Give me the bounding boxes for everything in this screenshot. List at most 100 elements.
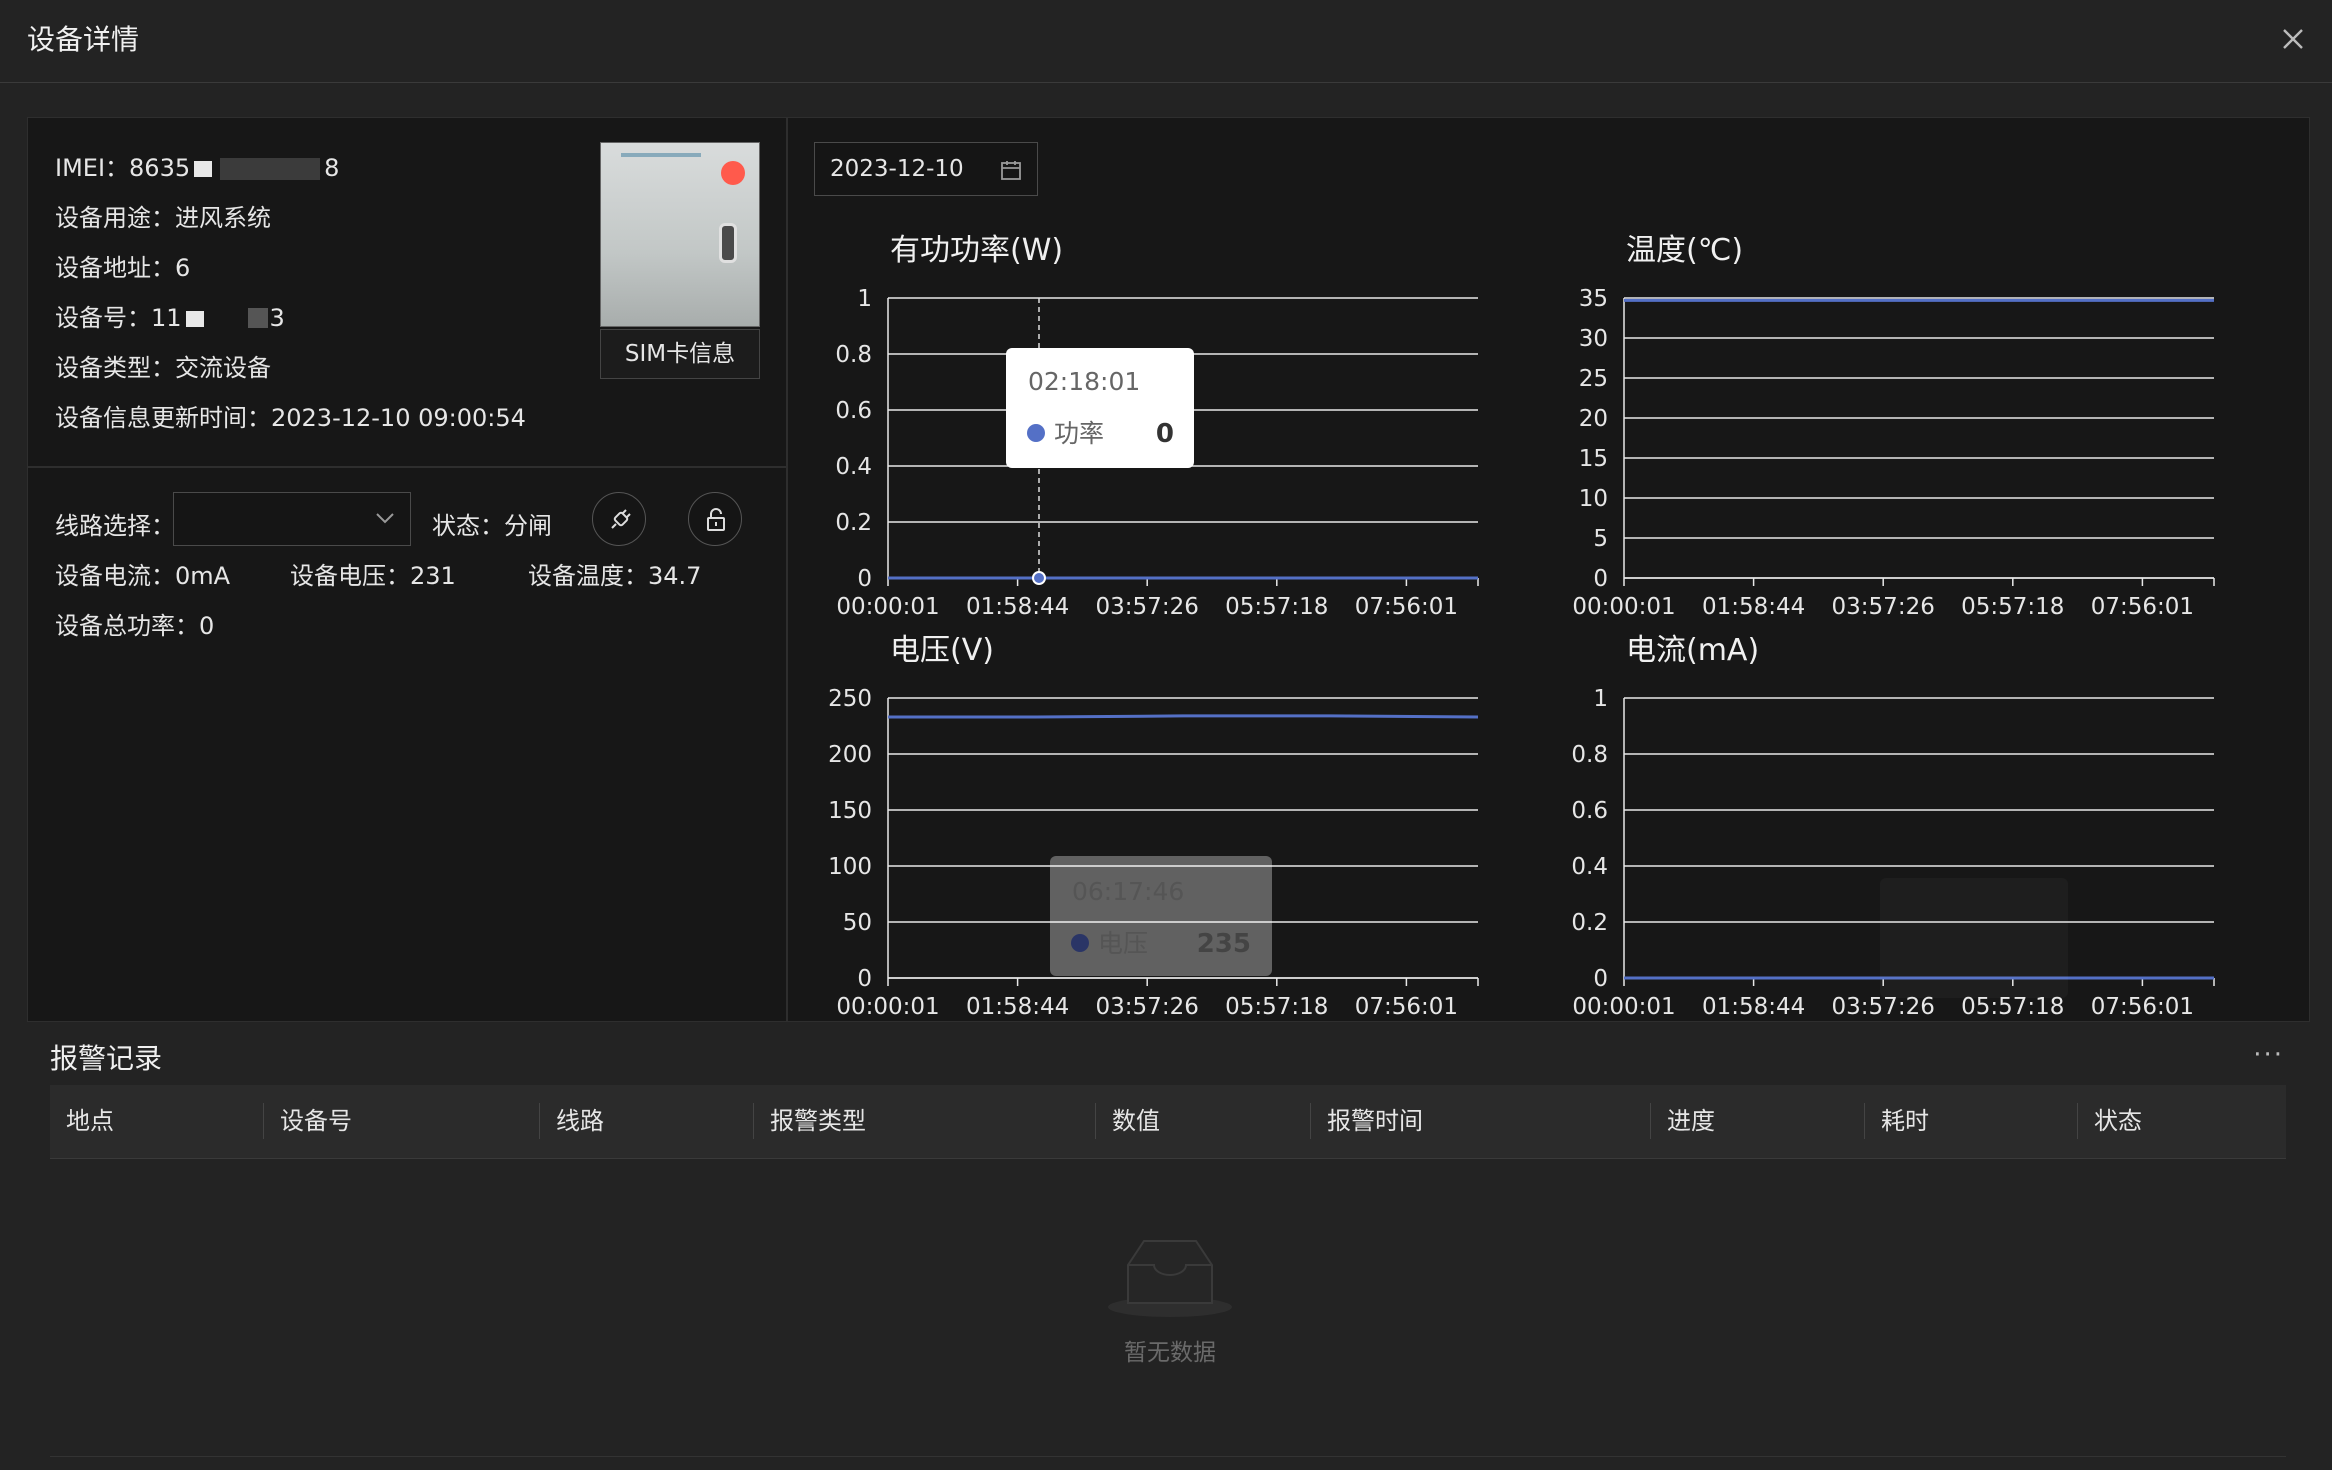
y-tick-label: 0.8 — [1571, 742, 1608, 768]
temperature-chart: 温度(℃)0510152025303500:00:01 01:58:44 03:57… — [1572, 233, 2215, 620]
device-updated-time: 设备信息更新时间：2023-12-10 09:00:54 — [55, 404, 526, 432]
imei-row: IMEI：8635 8 — [55, 148, 339, 183]
alarm-title: 报警记录 — [50, 1042, 163, 1075]
device-voltage: 设备电压：231 — [290, 562, 456, 590]
device-number-suffix: 3 — [269, 304, 285, 332]
x-tick-label: 05:57:18 — [1225, 994, 1328, 1020]
x-tick-label: 00:00:01 — [836, 994, 939, 1020]
y-tick-label: 0.2 — [1571, 910, 1608, 936]
y-tick-label: 0 — [1593, 566, 1608, 592]
device-purpose: 设备用途：进风系统 — [55, 204, 271, 232]
tooltip-box — [1006, 348, 1194, 468]
y-tick-label: 1 — [1593, 686, 1608, 712]
x-tick-label: 01:58:44 — [966, 994, 1069, 1020]
device-number-row: 设备号：11 3 — [55, 298, 285, 333]
section-divider — [28, 466, 786, 468]
y-tick-label: 30 — [1579, 326, 1608, 352]
column-header: 线路 — [556, 1107, 604, 1135]
unlock-icon — [707, 508, 725, 531]
imei-label: IMEI： — [55, 154, 130, 182]
hover-point — [1032, 571, 1046, 585]
sim-info-button[interactable]: SIM卡信息 — [600, 329, 760, 379]
voltage-chart: 电压(V) 0 50 100 150 200 250 00:00:01 01:58:44 03:5… — [828, 633, 1479, 1020]
imei-suffix: 8 — [324, 154, 340, 182]
y-tick-label: 20 — [1579, 406, 1608, 432]
tooltip-time: 02:18:01 — [1028, 367, 1140, 396]
y-tick-label: 1 — [857, 286, 872, 312]
y-tick-label: 0 — [857, 566, 872, 592]
column-separator — [2077, 1103, 2078, 1139]
y-tick-label: 0.6 — [1571, 798, 1608, 824]
switch-state: 状态：分闸 — [432, 512, 552, 540]
close-icon[interactable] — [2276, 22, 2310, 56]
device-photo — [600, 142, 760, 327]
tooltip-value: 0 — [1156, 419, 1174, 449]
column-header: 报警类型 — [770, 1107, 866, 1135]
column-separator — [539, 1103, 540, 1139]
alarm-table-header: 地点 设备号 线路 报警类型 数值 报警时间 进度 耗时 状态 — [50, 1085, 2286, 1159]
tooltip-series-name: 功率 — [1054, 419, 1104, 448]
column-header: 耗时 — [1881, 1107, 1929, 1135]
more-button[interactable]: ··· — [2253, 1040, 2284, 1070]
redacted-block — [185, 311, 204, 327]
calendar-icon — [1001, 161, 1021, 180]
column-separator — [263, 1103, 264, 1139]
device-current: 设备电流：0mA — [55, 562, 231, 590]
device-number-label: 设备号： — [55, 304, 151, 332]
column-header: 设备号 — [280, 1107, 352, 1135]
device-address: 设备地址：6 — [55, 254, 191, 282]
column-separator — [753, 1103, 754, 1139]
column-header: 报警时间 — [1327, 1107, 1423, 1135]
line-select[interactable] — [173, 492, 411, 546]
y-tick-label: 35 — [1579, 286, 1608, 312]
column-separator — [1095, 1103, 1096, 1139]
date-picker[interactable]: 2023-12-10 — [814, 142, 1038, 196]
y-tick-label: 5 — [1593, 526, 1608, 552]
x-tick-label: 00:00:01 — [1572, 994, 1675, 1020]
x-tick-label: 07:56:01 — [2091, 994, 2194, 1020]
chart-title: 电流(mA) — [1626, 633, 1759, 668]
y-tick-label: 0.4 — [835, 454, 872, 480]
chart-title: 温度(℃) — [1626, 233, 1743, 268]
line-select-label: 线路选择： — [55, 512, 175, 540]
device-type: 设备类型：交流设备 — [55, 354, 271, 382]
charts-pane: 2023-12-10 有功功率(W) 0 0.2 0.4 0.6 0.8 1 00:00:01… — [788, 118, 2309, 1021]
column-separator — [1650, 1103, 1651, 1139]
column-header: 状态 — [2094, 1107, 2142, 1135]
chart-title: 电压(V) — [890, 633, 994, 668]
column-separator — [1864, 1103, 1865, 1139]
y-tick-label: 250 — [828, 686, 872, 712]
lock-button[interactable] — [688, 492, 742, 546]
plug-icon — [611, 509, 631, 529]
device-panel: IMEI：8635 8 设备用途：进风系统 设备地址：6 设备号：11 3 设备类型… — [27, 117, 2310, 1022]
series-line — [888, 714, 1479, 719]
switch-control-button[interactable] — [592, 492, 646, 546]
y-tick-label: 0.2 — [835, 510, 872, 536]
device-temperature: 设备温度：34.7 — [528, 562, 702, 590]
power-chart: 有功功率(W)00.20.40.60.8100:00:01 01:58:44 03:… — [835, 233, 1479, 620]
column-header: 进度 — [1667, 1107, 1715, 1135]
y-tick-label: 150 — [828, 798, 872, 824]
y-tick-label: 15 — [1579, 446, 1608, 472]
dialog-title: 设备详情 — [27, 23, 140, 56]
y-tick-label: 25 — [1579, 366, 1608, 392]
chevron-down-icon — [376, 513, 394, 524]
device-number-prefix: 11 — [151, 304, 182, 332]
y-tick-label: 0.6 — [835, 398, 872, 424]
redacted-block — [247, 308, 268, 328]
y-tick-label: 200 — [828, 742, 872, 768]
x-tick-label: 03:57:26 — [1096, 994, 1199, 1020]
empty-state: 暂无数据 — [1090, 1235, 1250, 1367]
x-tick-label: 07:56:01 — [1355, 994, 1458, 1020]
y-tick-label: 0 — [1593, 966, 1608, 992]
empty-inbox-icon — [1108, 1240, 1232, 1317]
date-value: 2023-12-10 — [830, 156, 964, 182]
tooltip-marker — [1071, 934, 1089, 952]
tooltip-time: 06:17:46 — [1072, 877, 1184, 906]
tooltip-marker — [1027, 424, 1045, 442]
table-bottom-line — [50, 1456, 2286, 1457]
tooltip-series-name: 电压 — [1098, 929, 1148, 958]
y-tick-label: 0 — [857, 966, 872, 992]
redacted-block — [220, 158, 321, 180]
tooltip-ghost — [1880, 878, 2068, 998]
